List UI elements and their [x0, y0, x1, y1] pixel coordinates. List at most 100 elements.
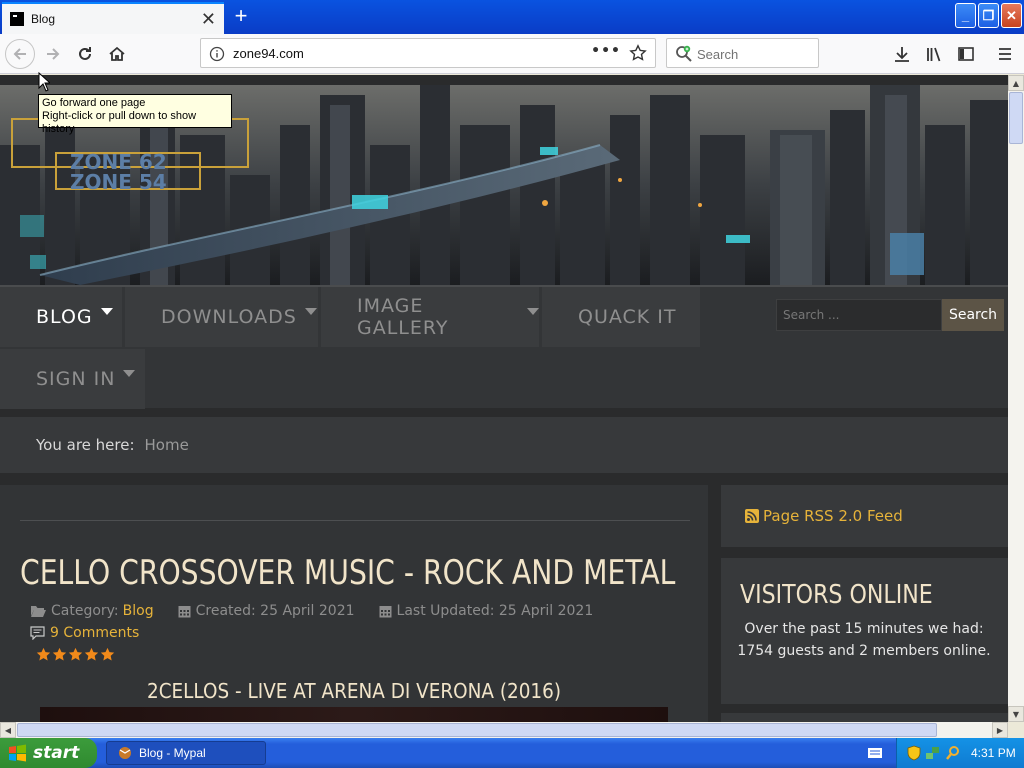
menu-item-sign-in[interactable]: SIGN IN	[0, 349, 145, 409]
site-search: Search ... Search	[776, 299, 1004, 331]
horizontal-scrollbar[interactable]: ◀ ▶	[0, 722, 1008, 738]
menu-label-quack-it: QUACK IT	[578, 306, 677, 328]
bookmark-star-icon[interactable]	[629, 44, 647, 65]
downloads-button[interactable]	[888, 40, 916, 68]
taskbar-item-mypal[interactable]: Blog - Mypal	[106, 741, 266, 765]
home-button[interactable]	[103, 40, 131, 68]
calendar-icon	[379, 606, 392, 618]
visitors-text: Over the past 15 minutes we had: 1754 gu…	[737, 621, 991, 659]
category-label: Category:	[51, 603, 119, 619]
visitors-online-module: VISITORS ONLINE Over the past 15 minutes…	[721, 558, 1008, 704]
menu-label-image-gallery: IMAGE GALLERY	[357, 295, 449, 339]
scroll-down-button[interactable]: ▼	[1008, 706, 1024, 722]
site-favicon-icon	[10, 12, 24, 26]
article-meta: Category: Blog Created: 25 April 2021 La…	[30, 603, 593, 619]
url-text: zone94.com	[233, 46, 304, 61]
tooltip-line-1: Go forward one page	[42, 97, 146, 109]
library-button[interactable]	[920, 40, 948, 68]
rss-feed-link[interactable]: Page RSS 2.0 Feed	[721, 485, 1008, 547]
comments-count: 9 Comments	[50, 625, 140, 641]
search-tray-icon[interactable]	[945, 745, 961, 761]
window-close-button[interactable]: ✕	[1001, 3, 1022, 28]
forward-button[interactable]	[39, 40, 67, 68]
rss-icon	[745, 509, 759, 523]
star-icon	[68, 647, 83, 661]
browser-tab-blog[interactable]: Blog ✕	[2, 2, 224, 34]
sidebar-icon	[958, 47, 974, 61]
sidebar-toggle-button[interactable]	[952, 40, 980, 68]
article-panel: CELLO CROSSOVER MUSIC - ROCK AND METAL C…	[0, 485, 708, 722]
browser-search-bar[interactable]: Search	[666, 38, 819, 68]
mypal-app-icon	[119, 747, 131, 759]
new-tab-button[interactable]: +	[230, 4, 252, 28]
page-actions-icon[interactable]: •••	[591, 43, 621, 59]
divider	[20, 520, 690, 521]
keyboard-icon[interactable]	[868, 748, 882, 758]
logo-line-2: ZONE 54	[70, 170, 167, 194]
star-icon	[100, 647, 115, 661]
site-search-button[interactable]: Search	[942, 299, 1004, 331]
video-title: 2CELLOS - LIVE AT ARENA DI VERONA (2016)	[146, 679, 562, 703]
minimize-button[interactable]: _	[955, 3, 976, 28]
star-icon	[84, 647, 99, 661]
taskbar: start Blog - Mypal 4:31 PM	[0, 738, 1024, 768]
star-icon	[36, 647, 51, 661]
menu-label-downloads: DOWNLOADS	[161, 306, 297, 328]
menu-item-blog[interactable]: BLOG	[0, 287, 122, 347]
start-button[interactable]: start	[0, 738, 97, 768]
tooltip-line-2: Right-click or pull down to show history	[42, 110, 197, 135]
comment-icon	[30, 626, 45, 640]
tab-close-icon[interactable]: ✕	[201, 10, 216, 28]
vertical-scrollbar[interactable]: ▲ ▼	[1008, 75, 1024, 722]
scroll-right-button[interactable]: ▶	[992, 722, 1008, 738]
window-controls: _ ❐ ✕	[955, 3, 1022, 28]
reload-button[interactable]	[71, 40, 99, 68]
scroll-left-button[interactable]: ◀	[0, 722, 16, 738]
caret-down-icon	[123, 369, 136, 377]
menu-button[interactable]	[991, 40, 1019, 68]
site-search-input[interactable]: Search ...	[776, 299, 942, 331]
search-placeholder: Search	[697, 47, 739, 62]
rating-stars[interactable]	[36, 647, 115, 662]
security-shield-icon[interactable]	[907, 745, 921, 761]
vertical-scroll-thumb[interactable]	[1009, 92, 1023, 144]
comments-link[interactable]: 9 Comments	[30, 625, 139, 641]
hamburger-icon	[999, 48, 1011, 60]
download-icon	[895, 47, 909, 62]
category-link[interactable]: Blog	[123, 603, 154, 619]
reload-icon	[79, 47, 91, 60]
back-button[interactable]	[5, 39, 35, 69]
menu-label-blog: BLOG	[36, 306, 93, 328]
network-icon[interactable]	[925, 745, 941, 761]
horizontal-scroll-thumb[interactable]	[17, 723, 937, 737]
home-icon	[109, 46, 125, 61]
breadcrumb-prefix: You are here:	[36, 436, 135, 454]
mouse-cursor-icon	[38, 72, 50, 92]
scrollbar-corner	[1008, 722, 1024, 738]
restore-button[interactable]: ❐	[978, 3, 999, 28]
menu-item-quack-it[interactable]: QUACK IT	[542, 287, 700, 347]
caret-down-icon	[100, 307, 113, 315]
clock[interactable]: 4:31 PM	[971, 746, 1016, 760]
menu-label-sign-in: SIGN IN	[36, 368, 116, 390]
back-arrow-icon	[13, 48, 26, 60]
forward-button-tooltip: Go forward one page Right-click or pull …	[38, 94, 232, 135]
rss-label: Page RSS 2.0 Feed	[763, 507, 903, 525]
calendar-icon	[178, 606, 191, 618]
article-title[interactable]: CELLO CROSSOVER MUSIC - ROCK AND METAL	[20, 553, 675, 593]
url-bar[interactable]: zone94.com •••	[200, 38, 656, 68]
tab-title: Blog	[31, 12, 56, 26]
updated-date: Last Updated: 25 April 2021	[396, 603, 594, 619]
menu-item-image-gallery[interactable]: IMAGE GALLERY	[321, 287, 539, 347]
breadcrumb-home-link[interactable]: Home	[145, 436, 189, 454]
main-menu: BLOG DOWNLOADS IMAGE GALLERY QUACK IT SI…	[0, 285, 1008, 409]
taskbar-item-label: Blog - Mypal	[139, 746, 206, 760]
forward-arrow-icon	[47, 48, 60, 60]
video-embed[interactable]	[40, 707, 668, 722]
scroll-up-button[interactable]: ▲	[1008, 75, 1024, 91]
library-icon	[927, 47, 941, 62]
star-icon	[52, 647, 67, 661]
menu-item-downloads[interactable]: DOWNLOADS	[125, 287, 318, 347]
site-info-icon[interactable]	[209, 46, 225, 65]
visitors-title: VISITORS ONLINE	[740, 580, 933, 610]
